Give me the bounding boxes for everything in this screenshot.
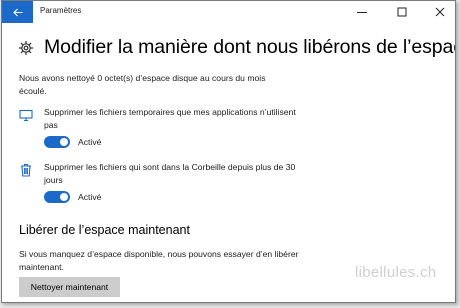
- window-title: Paramètres: [40, 6, 82, 15]
- maximize-icon: [397, 7, 407, 17]
- toggle-knob: [60, 193, 68, 201]
- toggle-temp-files-row: Activé: [44, 136, 101, 148]
- back-arrow-icon: [12, 8, 22, 16]
- maximize-button[interactable]: [390, 4, 414, 20]
- option-temp-files-label: Supprimer les fichiers temporaires que m…: [44, 107, 296, 130]
- free-now-description: Si vous manquez d’espace disponible, nou…: [19, 249, 299, 272]
- close-icon: [435, 7, 445, 17]
- clean-now-button[interactable]: Nettoyer maintenant: [19, 277, 120, 297]
- title-bar: Paramètres: [2, 1, 455, 23]
- toggle-temp-files-state: Activé: [78, 137, 102, 147]
- toggle-recycle-bin-row: Activé: [44, 191, 101, 203]
- back-button[interactable]: [2, 1, 33, 23]
- settings-window: Paramètres Modifier la manière dont nous…: [1, 0, 456, 303]
- page-title: Modifier la manière dont nous libérons d…: [44, 36, 456, 58]
- minimize-button[interactable]: [350, 4, 374, 20]
- toggle-recycle-bin[interactable]: [44, 191, 70, 203]
- page-header: Modifier la manière dont nous libérons d…: [18, 36, 456, 59]
- toggle-temp-files[interactable]: [44, 136, 70, 148]
- monitor-icon: [19, 109, 33, 122]
- close-button[interactable]: [428, 4, 452, 20]
- cleanup-summary: Nous avons nettoyé 0 octet(s) d’espace d…: [19, 73, 266, 96]
- free-now-heading: Libérer de l’espace maintenant: [19, 223, 190, 237]
- watermark-text: libellules.ch: [355, 264, 437, 281]
- gear-icon: [19, 40, 33, 55]
- minimize-icon: [357, 12, 367, 13]
- toggle-recycle-bin-state: Activé: [78, 192, 102, 202]
- trash-icon: [21, 163, 31, 177]
- option-recycle-bin-label: Supprimer les fichiers qui sont dans la …: [44, 162, 296, 185]
- toggle-knob: [60, 138, 68, 146]
